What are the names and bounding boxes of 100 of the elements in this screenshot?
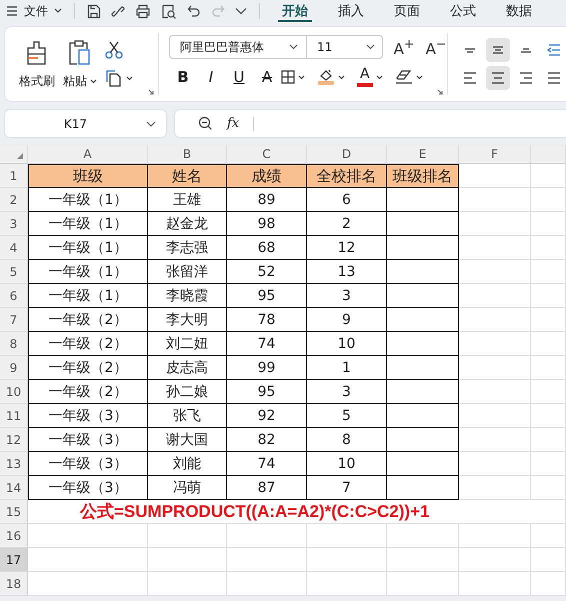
row-header[interactable]: 8 [0, 332, 28, 356]
grid-cell [531, 476, 566, 500]
zoom-out-icon[interactable] [198, 116, 213, 131]
caret-icon[interactable] [376, 74, 383, 80]
row-header[interactable]: 1 [0, 164, 28, 188]
table-cell: 张飞 [148, 404, 227, 428]
caret-icon[interactable] [298, 74, 305, 80]
font-style-button[interactable]: B [169, 66, 197, 88]
copy-icon[interactable] [105, 69, 123, 87]
menu-icon[interactable] [6, 5, 18, 17]
font-style-button[interactable]: U [225, 66, 253, 88]
dialog-launcher-icon[interactable] [437, 89, 443, 95]
row-header[interactable]: 7 [0, 308, 28, 332]
font-color-button[interactable]: A [357, 67, 373, 87]
chevron-down-icon[interactable] [235, 7, 247, 15]
dialog-launcher-icon[interactable] [148, 89, 154, 95]
row-header[interactable]: 12 [0, 428, 28, 452]
table-cell [387, 380, 459, 404]
table-cell: 89 [227, 188, 307, 212]
ribbon-tab[interactable]: 数据 [502, 0, 536, 22]
caret-icon[interactable] [126, 76, 133, 80]
table-cell [387, 308, 459, 332]
table-header-cell: 班级 [28, 164, 148, 188]
row-header[interactable]: 16 [0, 524, 28, 548]
grid-cell [459, 452, 531, 476]
eraser-icon[interactable] [394, 69, 413, 85]
table-cell: 68 [227, 236, 307, 260]
caret-icon[interactable] [338, 74, 345, 80]
row-header[interactable]: 4 [0, 236, 28, 260]
ribbon-tab[interactable]: 插入 [334, 0, 368, 22]
grid-cell [531, 332, 566, 356]
alignment-button[interactable] [486, 66, 510, 90]
caret-icon[interactable] [416, 74, 423, 80]
align-lines-icon [546, 43, 562, 57]
font-size-dropdown[interactable]: 11 [307, 36, 382, 58]
row-header[interactable]: 2 [0, 188, 28, 212]
file-menu[interactable]: 文件 [24, 2, 62, 20]
grid-cell [387, 572, 459, 596]
column-header[interactable]: B [148, 145, 227, 164]
table-cell: 一年级（3） [28, 476, 148, 500]
row-header[interactable]: 9 [0, 356, 28, 380]
row-header[interactable]: 17 [0, 548, 28, 572]
link-icon[interactable] [111, 4, 125, 18]
grid-cell [459, 380, 531, 404]
table-cell: 7 [307, 476, 387, 500]
column-header[interactable]: C [227, 145, 307, 164]
table-cell: 皮志高 [148, 356, 227, 380]
caret-icon[interactable] [90, 78, 97, 84]
caret-icon [366, 44, 375, 50]
grid-cell [531, 380, 566, 404]
column-header[interactable]: D [307, 145, 387, 164]
table-cell: 99 [227, 356, 307, 380]
function-label[interactable]: fx [227, 116, 240, 131]
row-header[interactable]: 13 [0, 452, 28, 476]
undo-icon[interactable] [187, 4, 201, 18]
row-header[interactable]: 5 [0, 260, 28, 284]
paint-bucket-icon[interactable] [317, 68, 335, 86]
table-cell: 8 [307, 428, 387, 452]
table-cell: 9 [307, 308, 387, 332]
save-icon[interactable] [87, 4, 101, 18]
column-header[interactable]: F [459, 145, 531, 164]
column-header[interactable]: E [387, 145, 459, 164]
table-cell: 刘二妞 [148, 332, 227, 356]
table-cell: 一年级（1） [28, 212, 148, 236]
font-name-dropdown[interactable]: 阿里巴巴普惠体 [170, 36, 307, 58]
ribbon-tab[interactable]: 公式 [446, 0, 480, 22]
row-header[interactable]: 11 [0, 404, 28, 428]
select-all-corner[interactable] [0, 145, 28, 164]
scissors-icon[interactable] [105, 41, 123, 59]
table-cell [387, 404, 459, 428]
alignment-button[interactable] [486, 38, 510, 62]
grid-cell [459, 284, 531, 308]
print-icon[interactable] [135, 4, 151, 18]
align-lines-icon [518, 48, 534, 52]
row-header[interactable]: 10 [0, 380, 28, 404]
font-style-button[interactable]: I [197, 66, 225, 88]
row-header[interactable]: 6 [0, 284, 28, 308]
grid-cell [459, 164, 531, 188]
ribbon-tab[interactable]: 开始 [278, 0, 312, 22]
row-header[interactable]: 18 [0, 572, 28, 596]
row-header[interactable]: 3 [0, 212, 28, 236]
increase-font-button[interactable]: A$^{+}$ [393, 36, 415, 58]
table-cell: 92 [227, 404, 307, 428]
table-cell: 3 [307, 284, 387, 308]
row-header[interactable]: 14 [0, 476, 28, 500]
grid-cell [459, 572, 531, 596]
grid-cell [531, 356, 566, 380]
ribbon-tab[interactable]: 页面 [390, 0, 424, 22]
format-painter-label[interactable]: 格式刷 [19, 72, 55, 90]
row-header[interactable]: 15 [0, 500, 28, 524]
formula-input[interactable]: fx [175, 110, 566, 137]
decrease-font-button[interactable]: A$^{−}$ [425, 36, 447, 58]
font-style-button[interactable]: A [253, 66, 281, 88]
borders-icon[interactable] [281, 70, 295, 84]
table-cell: 74 [227, 332, 307, 356]
table-cell [387, 260, 459, 284]
name-box[interactable]: K17 [5, 110, 166, 137]
paste-label[interactable]: 粘贴 [63, 72, 87, 90]
print-preview-icon[interactable] [161, 4, 177, 18]
column-header[interactable]: A [28, 145, 148, 164]
